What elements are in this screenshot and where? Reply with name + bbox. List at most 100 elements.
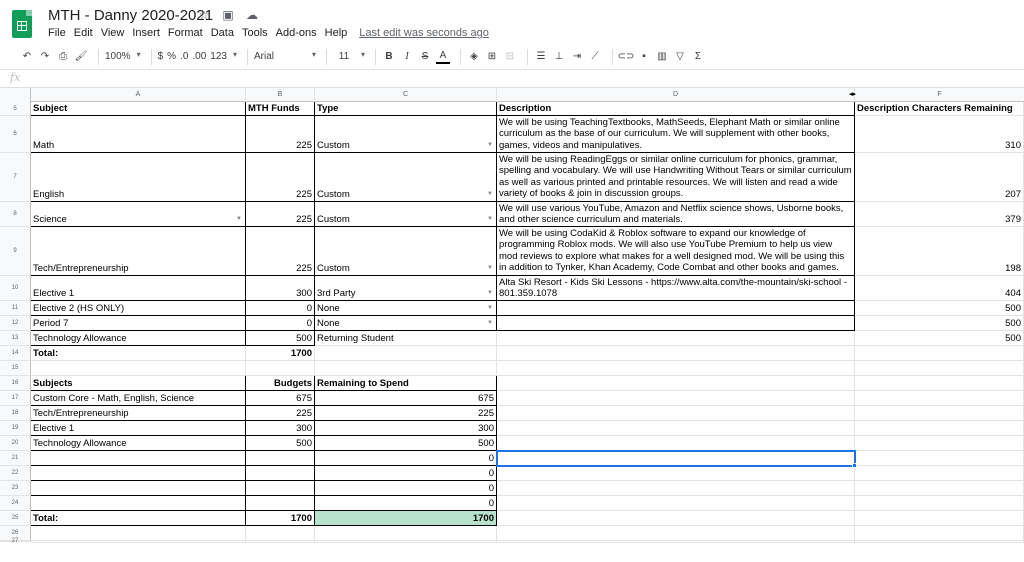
column-header-d[interactable]: D: [497, 88, 855, 102]
cell-b[interactable]: 225: [246, 406, 315, 421]
paint-format-icon[interactable]: 🖌: [74, 47, 88, 67]
cloud-status-icon[interactable]: ☁: [244, 8, 260, 22]
font-family-select[interactable]: Arial: [254, 47, 316, 67]
bold-button[interactable]: B: [382, 47, 396, 67]
cell-f[interactable]: [855, 481, 1024, 496]
cell-a[interactable]: Elective 1: [31, 276, 246, 301]
row-number[interactable]: 18: [0, 406, 31, 421]
cell-c[interactable]: 675: [315, 391, 497, 406]
hidden-column-arrows-icon[interactable]: ◂▸: [849, 90, 856, 98]
cell-a[interactable]: Technology Allowance: [31, 331, 246, 346]
cell-f[interactable]: 500: [855, 331, 1024, 346]
spreadsheet-grid[interactable]: A B C D F ◂▸ 5 Subject MTH Funds Type Descri…: [0, 88, 1024, 562]
cell-b[interactable]: 225: [246, 202, 315, 227]
cell-b[interactable]: 500: [246, 436, 315, 451]
dropdown-arrow-icon[interactable]: ▼: [487, 263, 493, 274]
last-edit-link[interactable]: Last edit was seconds ago: [359, 27, 489, 39]
cell-b[interactable]: [246, 451, 315, 466]
increase-decimal-button[interactable]: .00: [192, 47, 206, 67]
cell-b[interactable]: 0: [246, 316, 315, 331]
cell-d[interactable]: [497, 406, 855, 421]
move-folder-icon[interactable]: ▣: [220, 8, 236, 22]
cell-c[interactable]: Custom ▼: [315, 116, 497, 153]
cell-a[interactable]: [31, 481, 246, 496]
cell-d[interactable]: [497, 361, 855, 376]
row-number[interactable]: 11: [0, 301, 31, 316]
row-number[interactable]: 22: [0, 466, 31, 481]
cell-b[interactable]: [246, 481, 315, 496]
cell-d[interactable]: [496, 450, 856, 467]
cell-f[interactable]: [855, 436, 1024, 451]
cell-b[interactable]: 1700: [246, 346, 315, 361]
text-color-button[interactable]: A: [435, 50, 450, 64]
column-header-b[interactable]: B: [246, 88, 315, 102]
row-number[interactable]: 10: [0, 276, 31, 301]
cell-f[interactable]: 207: [855, 153, 1024, 202]
cell-c[interactable]: Subject: [315, 541, 497, 543]
cell-f[interactable]: 198: [855, 227, 1024, 276]
row-number[interactable]: 12: [0, 316, 31, 331]
cell-d[interactable]: [497, 391, 855, 406]
text-wrapping-icon[interactable]: ⇥: [570, 47, 584, 67]
cell-a[interactable]: Period 7: [31, 316, 246, 331]
text-rotation-icon[interactable]: ⟋: [588, 47, 602, 67]
dropdown-arrow-icon[interactable]: ▼: [487, 288, 493, 299]
cell-d[interactable]: [497, 511, 855, 526]
cell-a[interactable]: [31, 361, 246, 376]
row-number[interactable]: 23: [0, 481, 31, 496]
cell-a[interactable]: Elective 2 (HS ONLY): [31, 301, 246, 316]
cell-f[interactable]: [855, 421, 1024, 436]
cell-c[interactable]: Returning Student: [315, 331, 497, 346]
cell-d[interactable]: [497, 301, 855, 316]
star-icon[interactable]: ☆: [196, 8, 212, 22]
cell-d[interactable]: [497, 526, 855, 541]
cell-d[interactable]: [497, 436, 855, 451]
insert-comment-icon[interactable]: ▪: [637, 47, 651, 67]
cell-a[interactable]: [31, 451, 246, 466]
cell-c[interactable]: None ▼: [315, 301, 497, 316]
menu-file[interactable]: File: [48, 27, 66, 39]
cell-f[interactable]: [855, 541, 1024, 543]
dropdown-arrow-icon[interactable]: ▼: [487, 140, 493, 151]
cell-a[interactable]: [31, 466, 246, 481]
cell-d[interactable]: We will use various YouTube, Amazon and …: [497, 202, 855, 227]
cell-d[interactable]: [497, 496, 855, 511]
select-all-corner[interactable]: [0, 88, 31, 102]
row-number[interactable]: 20: [0, 436, 31, 451]
dropdown-arrow-icon[interactable]: ▼: [487, 214, 493, 225]
menu-format[interactable]: Format: [168, 27, 203, 39]
cell-f[interactable]: [855, 511, 1024, 526]
cell-c[interactable]: [315, 526, 497, 541]
cell-d[interactable]: [497, 466, 855, 481]
dropdown-arrow-icon[interactable]: ▼: [487, 303, 493, 314]
cell-c[interactable]: 0: [315, 451, 497, 466]
row-number[interactable]: 13: [0, 331, 31, 346]
row-number[interactable]: 27: [0, 538, 31, 544]
cell-c[interactable]: Custom ▼: [315, 153, 497, 202]
cell-f[interactable]: 379: [855, 202, 1024, 227]
insert-link-icon[interactable]: ⊂⊃: [618, 47, 635, 67]
dropdown-arrow-icon[interactable]: ▼: [236, 214, 242, 225]
cell-f[interactable]: 500: [855, 316, 1024, 331]
sheets-logo-icon[interactable]: [12, 10, 32, 38]
cell-d[interactable]: [497, 421, 855, 436]
cell-c[interactable]: 0: [315, 466, 497, 481]
fill-color-icon[interactable]: ◈: [467, 47, 481, 67]
row-number[interactable]: 5: [0, 102, 31, 116]
cell-a[interactable]: [31, 496, 246, 511]
cell-d[interactable]: [497, 331, 855, 346]
cell-b[interactable]: 675: [246, 391, 315, 406]
cell-a[interactable]: Total:: [31, 511, 246, 526]
strikethrough-button[interactable]: S: [418, 47, 432, 67]
fill-handle[interactable]: [852, 463, 857, 468]
font-size-select[interactable]: 11: [333, 47, 365, 67]
cell-f[interactable]: [855, 466, 1024, 481]
cell-b[interactable]: [246, 466, 315, 481]
zoom-select[interactable]: 100%: [105, 47, 141, 67]
cell-f[interactable]: [855, 496, 1024, 511]
row-number[interactable]: 19: [0, 421, 31, 436]
cell-a[interactable]: Total:: [31, 346, 246, 361]
menu-help[interactable]: Help: [325, 27, 348, 39]
column-header-c[interactable]: C: [315, 88, 497, 102]
cell-c[interactable]: 300: [315, 421, 497, 436]
